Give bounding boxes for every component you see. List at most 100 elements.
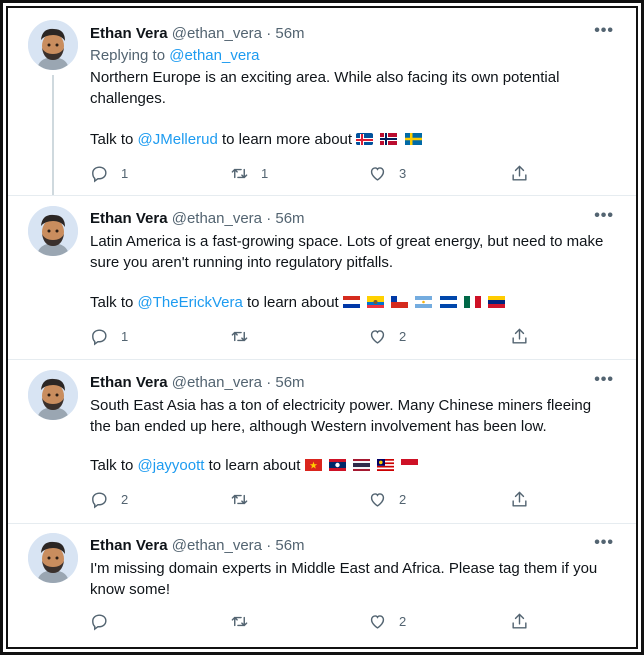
author-handle[interactable]: @ethan_vera xyxy=(172,25,262,42)
replying-handle-link[interactable]: @ethan_vera xyxy=(169,47,259,64)
tweet-header: Ethan Vera @ethan_vera · 56m xyxy=(90,25,305,42)
more-icon[interactable]: ••• xyxy=(594,22,614,40)
talk-suffix: to learn about xyxy=(208,457,301,474)
author-name[interactable]: Ethan Vera xyxy=(90,210,168,227)
talk-suffix: to learn about xyxy=(246,294,339,311)
timestamp[interactable]: 56m xyxy=(275,537,304,554)
tweet-text: South East Asia has a ton of electricity… xyxy=(90,397,592,435)
retweet-button[interactable] xyxy=(230,490,261,509)
reply-icon xyxy=(92,492,107,509)
separator-dot: · xyxy=(266,25,272,42)
heart-icon xyxy=(370,167,385,181)
tweet-divider xyxy=(8,523,636,524)
tweet-header: Ethan Vera @ethan_vera · 56m xyxy=(90,374,305,391)
like-count: 2 xyxy=(399,614,407,629)
more-icon[interactable]: ••• xyxy=(594,534,614,552)
share-icon xyxy=(512,613,527,629)
talk-line: Talk to @jayyoott to learn about xyxy=(90,457,421,474)
like-button[interactable]: 2 xyxy=(368,327,406,346)
tweet-header: Ethan Vera @ethan_vera · 56m xyxy=(90,537,305,554)
retweet-icon xyxy=(231,168,248,179)
share-icon xyxy=(512,491,527,507)
tweet-header: Ethan Vera @ethan_vera · 56m xyxy=(90,210,305,227)
timestamp[interactable]: 56m xyxy=(275,210,304,227)
tweet-divider xyxy=(8,359,636,360)
like-button[interactable]: 3 xyxy=(368,164,406,183)
reply-icon xyxy=(92,614,107,631)
heart-icon xyxy=(370,615,385,629)
timestamp[interactable]: 56m xyxy=(275,374,304,391)
tweet-divider xyxy=(8,195,636,196)
tweet-actions: 1 1 3 xyxy=(90,164,530,184)
retweet-icon xyxy=(231,616,248,627)
retweet-button[interactable]: 1 xyxy=(230,164,268,183)
like-button[interactable]: 2 xyxy=(368,490,406,509)
retweet-count: 1 xyxy=(261,166,269,181)
like-count: 2 xyxy=(399,492,407,507)
share-button[interactable] xyxy=(510,612,541,631)
author-handle[interactable]: @ethan_vera xyxy=(172,374,262,391)
author-name[interactable]: Ethan Vera xyxy=(90,25,168,42)
retweet-button[interactable] xyxy=(230,612,261,631)
tweet-actions: 1 2 xyxy=(90,327,530,347)
share-button[interactable] xyxy=(510,327,541,346)
separator-dot: · xyxy=(266,210,272,227)
flag-malaysia-icon xyxy=(377,458,395,471)
reply-count: 2 xyxy=(121,492,129,507)
avatar[interactable] xyxy=(28,533,78,583)
flag-vietnam-icon xyxy=(304,458,322,471)
reply-count: 1 xyxy=(121,329,129,344)
share-icon xyxy=(512,165,527,181)
like-count: 3 xyxy=(399,166,407,181)
flag-argentina-icon xyxy=(415,295,433,308)
timestamp[interactable]: 56m xyxy=(275,25,304,42)
reply-count: 1 xyxy=(121,166,129,181)
reply-icon xyxy=(92,166,107,183)
talk-suffix: to learn more about xyxy=(221,131,353,148)
share-button[interactable] xyxy=(510,164,541,183)
like-button[interactable]: 2 xyxy=(368,612,406,631)
author-name[interactable]: Ethan Vera xyxy=(90,374,168,391)
reply-button[interactable]: 1 xyxy=(90,164,128,183)
flag-venezuela-icon xyxy=(487,295,505,308)
flag-chile-icon xyxy=(391,295,409,308)
avatar[interactable] xyxy=(28,206,78,256)
mention-link[interactable]: @jayyoott xyxy=(138,457,205,474)
author-handle[interactable]: @ethan_vera xyxy=(172,537,262,554)
reply-button[interactable]: 1 xyxy=(90,327,128,346)
retweet-button[interactable] xyxy=(230,327,261,346)
share-button[interactable] xyxy=(510,490,541,509)
flag-laos-icon xyxy=(328,458,346,471)
flag-paraguay-icon xyxy=(342,295,360,308)
replying-to: Replying to @ethan_vera xyxy=(90,47,260,64)
thread-line xyxy=(52,75,54,195)
mention-link[interactable]: @TheErickVera xyxy=(138,294,243,311)
talk-prefix: Talk to xyxy=(90,457,134,474)
more-icon[interactable]: ••• xyxy=(594,371,614,389)
heart-icon xyxy=(370,493,385,507)
separator-dot: · xyxy=(266,374,272,391)
talk-line: Talk to @TheErickVera to learn about xyxy=(90,294,508,311)
talk-prefix: Talk to xyxy=(90,294,134,311)
tweet-actions: 2 2 xyxy=(90,490,530,510)
share-icon xyxy=(512,328,527,344)
flag-indonesia-icon xyxy=(401,458,419,471)
avatar[interactable] xyxy=(28,370,78,420)
like-count: 2 xyxy=(399,329,407,344)
author-name[interactable]: Ethan Vera xyxy=(90,537,168,554)
tweet-text: Latin America is a fast-growing space. L… xyxy=(90,233,604,271)
author-handle[interactable]: @ethan_vera xyxy=(172,210,262,227)
flag-ecuador-icon xyxy=(367,295,385,308)
reply-button[interactable]: 2 xyxy=(90,490,128,509)
talk-prefix: Talk to xyxy=(90,131,134,148)
retweet-icon xyxy=(231,331,248,342)
avatar[interactable] xyxy=(28,20,78,70)
tweet-text: I'm missing domain experts in Middle Eas… xyxy=(90,560,598,598)
mention-link[interactable]: @JMellerud xyxy=(138,131,218,148)
flag-el-salvador-icon xyxy=(439,295,457,308)
heart-icon xyxy=(370,330,385,344)
separator-dot: · xyxy=(266,537,272,554)
more-icon[interactable]: ••• xyxy=(594,207,614,225)
retweet-icon xyxy=(231,494,248,505)
reply-button[interactable] xyxy=(90,612,121,631)
